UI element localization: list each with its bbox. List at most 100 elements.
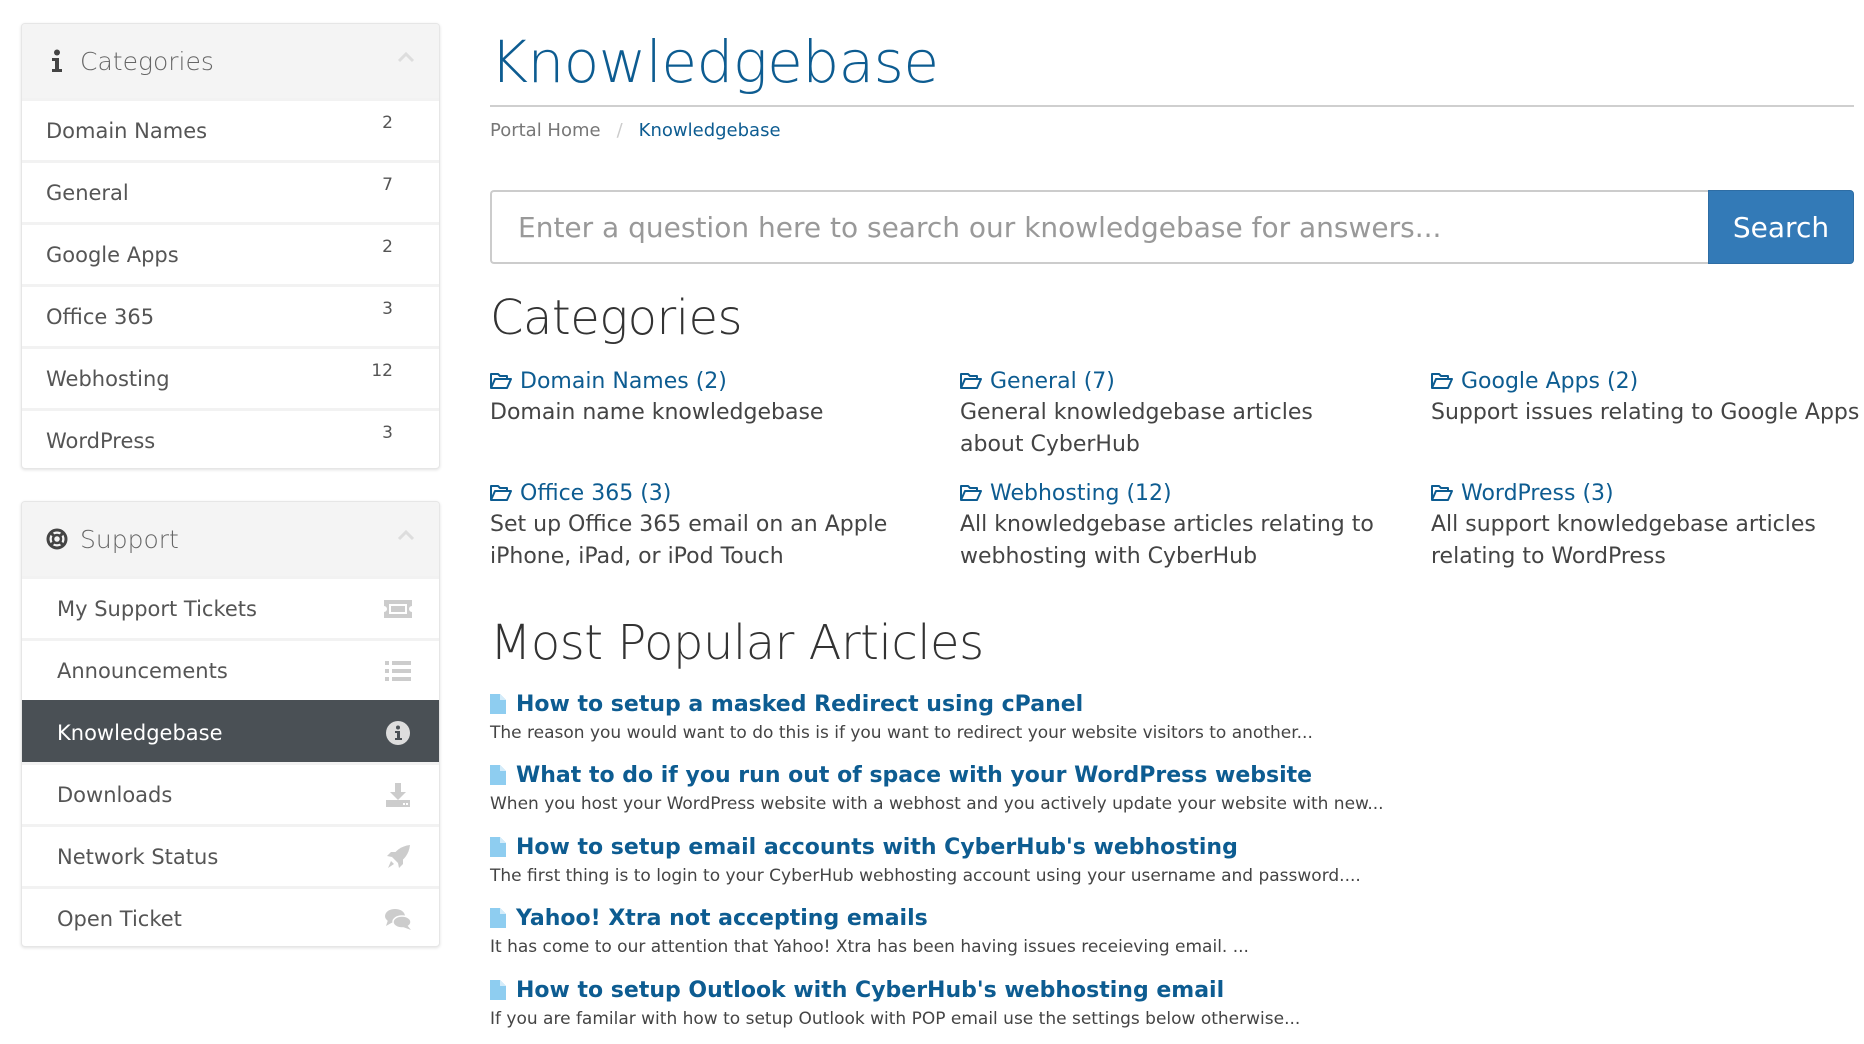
- category-link-general[interactable]: General (7): [960, 365, 1400, 397]
- category-link-domain-names[interactable]: Domain Names (2): [490, 365, 930, 397]
- support-panel-header[interactable]: Support: [22, 502, 439, 576]
- category-label: Domain Names: [46, 118, 208, 143]
- comments-icon: [383, 906, 413, 932]
- folder-open-icon: [960, 485, 982, 501]
- sidebar-item-downloads[interactable]: Downloads: [22, 762, 439, 824]
- article-link[interactable]: How to setup email accounts with CyberHu…: [490, 832, 1490, 862]
- file-icon: [490, 980, 506, 1000]
- title-divider: [490, 105, 1854, 107]
- sidebar-category-general[interactable]: General 7: [22, 160, 439, 222]
- knowledgebase-search: Search: [490, 190, 1854, 264]
- sidebar-item-my-support-tickets[interactable]: My Support Tickets: [22, 576, 439, 638]
- folder-open-icon: [490, 485, 512, 501]
- category-link-text: Domain Names (2): [520, 368, 727, 394]
- article-excerpt: It has come to our attention that Yahoo!…: [490, 937, 1249, 957]
- page-title: Knowledgebase: [490, 28, 939, 96]
- category-card: WordPress (3) All support knowledgebase …: [1431, 477, 1864, 573]
- category-card: Webhosting (12) All knowledgebase articl…: [960, 477, 1400, 573]
- support-item-label: Downloads: [57, 782, 173, 807]
- category-count: 12: [371, 361, 393, 381]
- rocket-icon: [383, 844, 413, 870]
- ticket-icon: [383, 596, 413, 622]
- category-count: 3: [382, 299, 393, 319]
- breadcrumb: Portal Home / Knowledgebase: [490, 120, 781, 141]
- support-panel: Support My Support Tickets Announcements…: [21, 501, 440, 947]
- category-link-text: Office 365 (3): [520, 480, 672, 506]
- info-icon: [46, 48, 68, 74]
- file-icon: [490, 837, 506, 857]
- category-link-text: General (7): [990, 368, 1115, 394]
- sidebar-item-network-status[interactable]: Network Status: [22, 824, 439, 886]
- file-icon: [490, 908, 506, 928]
- search-input[interactable]: [490, 190, 1708, 264]
- categories-heading: Categories: [490, 290, 743, 346]
- info-circle-icon: [383, 720, 413, 746]
- category-count: 3: [382, 423, 393, 443]
- sidebar-item-knowledgebase[interactable]: Knowledgebase: [22, 700, 439, 762]
- category-count: 2: [382, 113, 393, 133]
- file-icon: [490, 765, 506, 785]
- article-link[interactable]: How to setup Outlook with CyberHub's web…: [490, 975, 1490, 1005]
- breadcrumb-separator: /: [616, 120, 623, 141]
- category-label: Google Apps: [46, 242, 179, 267]
- article-item: How to setup email accounts with CyberHu…: [490, 832, 1490, 886]
- category-card: Google Apps (2) Support issues relating …: [1431, 365, 1864, 429]
- support-panel-title: Support: [80, 524, 179, 554]
- article-item: What to do if you run out of space with …: [490, 760, 1490, 814]
- popular-articles-heading: Most Popular Articles: [490, 615, 984, 671]
- support-item-label: Announcements: [57, 658, 228, 683]
- list-icon: [383, 658, 413, 684]
- category-description: Domain name knowledgebase: [490, 400, 824, 425]
- life-ring-icon: [46, 526, 68, 552]
- sidebar-item-open-ticket[interactable]: Open Ticket: [22, 886, 439, 946]
- article-item: How to setup a masked Redirect using cPa…: [490, 689, 1490, 743]
- search-button[interactable]: Search: [1708, 190, 1854, 264]
- article-title: How to setup email accounts with CyberHu…: [516, 834, 1238, 860]
- article-item: Yahoo! Xtra not accepting emails It has …: [490, 903, 1490, 957]
- article-excerpt: The reason you would want to do this is …: [490, 723, 1313, 743]
- breadcrumb-portal-home[interactable]: Portal Home: [490, 120, 601, 141]
- category-description: Set up Office 365 email on an Apple iPho…: [490, 512, 888, 569]
- folder-open-icon: [960, 373, 982, 389]
- category-card: Office 365 (3) Set up Office 365 email o…: [490, 477, 930, 573]
- article-link[interactable]: Yahoo! Xtra not accepting emails: [490, 903, 1490, 933]
- sidebar-item-announcements[interactable]: Announcements: [22, 638, 439, 700]
- category-label: WordPress: [46, 428, 156, 453]
- category-link-wordpress[interactable]: WordPress (3): [1431, 477, 1864, 509]
- category-card: General (7) General knowledgebase articl…: [960, 365, 1400, 461]
- article-excerpt: The first thing is to login to your Cybe…: [490, 866, 1361, 886]
- category-link-webhosting[interactable]: Webhosting (12): [960, 477, 1400, 509]
- category-link-google-apps[interactable]: Google Apps (2): [1431, 365, 1864, 397]
- article-title: What to do if you run out of space with …: [516, 762, 1313, 788]
- categories-panel-title: Categories: [80, 46, 214, 76]
- folder-open-icon: [1431, 485, 1453, 501]
- support-item-label: Network Status: [57, 844, 219, 869]
- sidebar-category-google-apps[interactable]: Google Apps 2: [22, 222, 439, 284]
- category-description: All support knowledgebase articles relat…: [1431, 512, 1816, 569]
- article-title: How to setup a masked Redirect using cPa…: [516, 691, 1084, 717]
- article-excerpt: When you host your WordPress website wit…: [490, 794, 1384, 814]
- category-description: Support issues relating to Google Apps: [1431, 400, 1860, 425]
- category-label: Webhosting: [46, 366, 170, 391]
- support-item-label: Knowledgebase: [57, 720, 223, 745]
- article-title: How to setup Outlook with CyberHub's web…: [516, 977, 1225, 1003]
- breadcrumb-current: Knowledgebase: [638, 120, 781, 141]
- category-description: All knowledgebase articles relating to w…: [960, 512, 1374, 569]
- folder-open-icon: [1431, 373, 1453, 389]
- article-link[interactable]: What to do if you run out of space with …: [490, 760, 1490, 790]
- chevron-up-icon[interactable]: [397, 526, 415, 544]
- category-link-text: WordPress (3): [1461, 480, 1614, 506]
- sidebar-category-domain-names[interactable]: Domain Names 2: [22, 98, 439, 160]
- category-count: 7: [382, 175, 393, 195]
- chevron-up-icon[interactable]: [397, 48, 415, 66]
- category-link-office-365[interactable]: Office 365 (3): [490, 477, 930, 509]
- sidebar-category-webhosting[interactable]: Webhosting 12: [22, 346, 439, 408]
- sidebar-category-wordpress[interactable]: WordPress 3: [22, 408, 439, 468]
- folder-open-icon: [490, 373, 512, 389]
- category-count: 2: [382, 237, 393, 257]
- article-excerpt: If you are familar with how to setup Out…: [490, 1009, 1301, 1029]
- sidebar-category-office-365[interactable]: Office 365 3: [22, 284, 439, 346]
- article-link[interactable]: How to setup a masked Redirect using cPa…: [490, 689, 1490, 719]
- category-link-text: Google Apps (2): [1461, 368, 1639, 394]
- categories-panel-header[interactable]: Categories: [22, 24, 439, 98]
